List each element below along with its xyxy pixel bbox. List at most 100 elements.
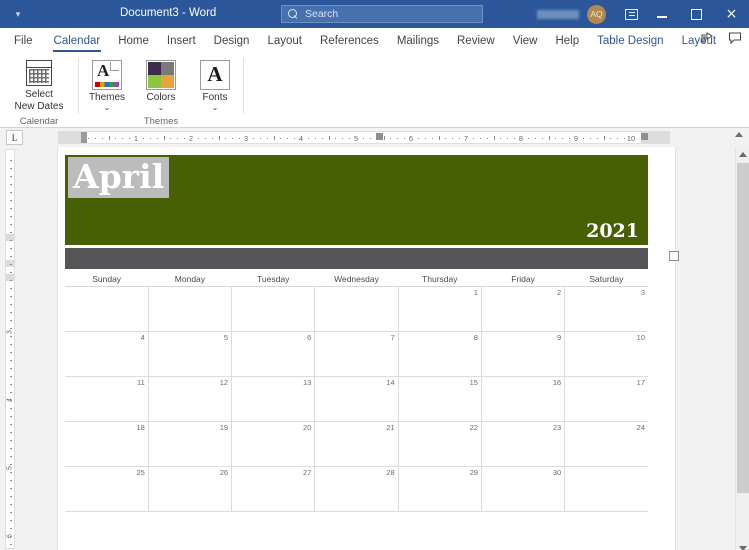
calendar-day-cell[interactable]: 12 <box>147 375 233 422</box>
calendar-day-cell[interactable]: 8 <box>397 330 482 377</box>
calendar-day-cell[interactable]: 14 <box>314 375 399 422</box>
comment-icon[interactable] <box>727 30 743 46</box>
calendar-day-cell[interactable]: 13 <box>231 375 316 422</box>
calendar-day-cell[interactable]: 25 <box>65 465 149 512</box>
vruler-tick <box>10 344 12 345</box>
tab-view[interactable]: View <box>504 30 547 53</box>
tab-stop-selector[interactable]: L <box>6 130 23 145</box>
fonts-chevron-down-icon[interactable]: ⌄ <box>212 104 219 112</box>
calendar-day-cell[interactable]: 19 <box>147 420 233 467</box>
calendar-year-title[interactable]: 2021 <box>586 221 639 241</box>
tab-review[interactable]: Review <box>448 30 504 53</box>
ruler-table-marker[interactable] <box>376 133 383 140</box>
ruler-number-4: 4 <box>298 134 304 143</box>
ruler-tick <box>452 137 454 139</box>
vertical-ruler[interactable]: 3 4 5 6 <box>0 147 19 550</box>
ruler-tick <box>266 137 268 139</box>
calendar-day-cell[interactable]: 16 <box>480 375 566 422</box>
calendar-day-cell[interactable]: 29 <box>397 465 482 512</box>
ruler-tick <box>527 137 529 139</box>
calendar-day-cell[interactable]: 28 <box>314 465 399 512</box>
calendar-day-cell[interactable]: 30 <box>480 465 566 512</box>
calendar-day-cell[interactable]: 22 <box>397 420 482 467</box>
calendar-day-cell[interactable]: 5 <box>147 330 233 377</box>
tab-calendar[interactable]: Calendar <box>45 30 110 53</box>
calendar-day-cell[interactable]: 15 <box>397 375 482 422</box>
tab-home[interactable]: Home <box>109 30 158 53</box>
scroll-up-arrow-icon[interactable] <box>735 132 743 137</box>
fonts-button[interactable]: A Fonts ⌄ <box>190 56 240 112</box>
calendar-day-cell[interactable]: 20 <box>231 420 316 467</box>
vertical-scrollbar[interactable] <box>735 147 749 550</box>
tab-help[interactable]: Help <box>546 30 588 53</box>
calendar-empty-cell[interactable] <box>147 286 233 332</box>
document-page[interactable]: April 2021 Sunday Monday Tuesday Wednesd… <box>58 147 679 550</box>
colors-label: Colors <box>146 92 176 103</box>
calendar-day-cell[interactable]: 27 <box>231 465 316 512</box>
ruler-tick <box>486 137 488 139</box>
calendar-empty-cell[interactable] <box>231 286 316 332</box>
calendar-empty-cell[interactable] <box>314 286 399 332</box>
calendar-day-cell[interactable]: 26 <box>147 465 233 512</box>
tab-design[interactable]: Design <box>205 30 259 53</box>
maximize-button[interactable] <box>679 0 714 28</box>
search-box[interactable]: Search <box>281 5 483 23</box>
ruler-tick <box>252 137 254 139</box>
ruler-tick <box>417 137 419 139</box>
calendar-banner[interactable]: April 2021 <box>65 155 648 245</box>
calendar-day-cell[interactable]: 7 <box>314 330 399 377</box>
scrollbar-thumb[interactable] <box>737 163 749 493</box>
page-canvas: April 2021 Sunday Monday Tuesday Wednesd… <box>19 147 749 550</box>
avatar[interactable]: AQ <box>587 4 606 24</box>
calendar-empty-cell[interactable] <box>564 465 648 512</box>
table-resize-handle[interactable] <box>669 251 679 261</box>
calendar-day-cell[interactable]: 24 <box>564 420 648 467</box>
ruler-right-indent-marker[interactable] <box>641 133 648 140</box>
tab-references[interactable]: References <box>311 30 388 53</box>
ruler-tick <box>197 137 199 139</box>
calendar-day-cell[interactable]: 11 <box>65 375 149 422</box>
calendar-day-cell[interactable]: 23 <box>480 420 566 467</box>
tab-layout[interactable]: Layout <box>258 30 311 53</box>
calendar-day-cell[interactable]: 6 <box>231 330 316 377</box>
tab-file[interactable]: File <box>0 30 45 53</box>
calendar-empty-cell[interactable] <box>65 286 149 332</box>
ruler-number-8: 8 <box>518 134 524 143</box>
vruler-tick <box>10 224 12 225</box>
ruler-tick <box>589 137 591 139</box>
calendar-day-cell[interactable]: 2 <box>480 286 566 332</box>
calendar-day-cell[interactable]: 1 <box>397 286 482 332</box>
tab-mailings[interactable]: Mailings <box>388 30 448 53</box>
horizontal-ruler[interactable]: 1 2 3 4 5 6 7 8 9 10 <box>58 131 670 144</box>
quick-access-toolbar[interactable]: ▾ <box>0 0 36 28</box>
vruler-tick <box>10 312 12 313</box>
scrollbar-down-button[interactable] <box>736 541 749 550</box>
quick-access-chevron-icon[interactable]: ▾ <box>16 9 21 19</box>
colors-chevron-down-icon[interactable]: ⌄ <box>158 104 165 112</box>
ruler-tick <box>239 137 241 139</box>
scrollbar-up-button[interactable] <box>736 147 749 161</box>
calendar-day-cell[interactable]: 3 <box>564 286 648 332</box>
calendar-day-cell[interactable]: 4 <box>65 330 149 377</box>
calendar-day-cell[interactable]: 18 <box>65 420 149 467</box>
calendar-day-cell[interactable]: 21 <box>314 420 399 467</box>
themes-chevron-down-icon[interactable]: ⌄ <box>104 104 111 112</box>
themes-button[interactable]: A Themes ⌄ <box>82 56 132 112</box>
calendar-month-title[interactable]: April <box>68 157 170 198</box>
share-icon[interactable] <box>699 30 715 46</box>
minimize-button[interactable] <box>644 0 679 28</box>
calendar-table[interactable]: Sunday Monday Tuesday Wednesday Thursday… <box>65 272 648 512</box>
calendar-day-cell[interactable]: 17 <box>564 375 648 422</box>
close-button[interactable]: × <box>714 0 749 28</box>
select-new-dates-button[interactable]: Select New Dates <box>8 56 70 113</box>
calendar-day-cell[interactable]: 10 <box>564 330 648 377</box>
vruler-tick <box>10 304 12 305</box>
colors-button[interactable]: Colors ⌄ <box>136 56 186 112</box>
tab-insert[interactable]: Insert <box>158 30 205 53</box>
ribbon-display-options-button[interactable] <box>618 0 644 28</box>
tab-table-design[interactable]: Table Design <box>588 30 672 53</box>
vruler-tick <box>10 168 12 169</box>
vruler-tick <box>10 472 12 473</box>
calendar-day-cell[interactable]: 9 <box>480 330 566 377</box>
vruler-tick <box>10 536 12 537</box>
